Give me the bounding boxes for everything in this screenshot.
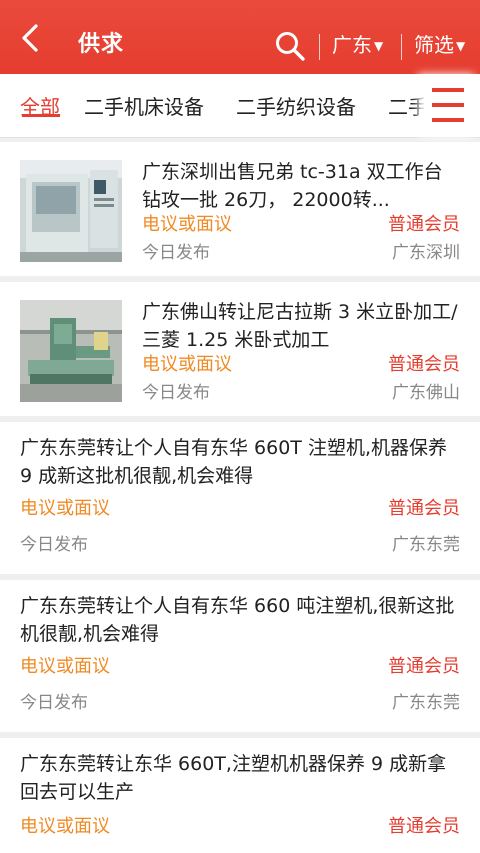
tab-used-more[interactable]: 二手: [388, 92, 428, 122]
milling-machine-photo: [20, 300, 122, 402]
publish-date: 今日发布: [142, 243, 210, 263]
search-icon[interactable]: [272, 28, 308, 64]
listing-title: 广东佛山转让尼古拉斯 3 米立卧加工/三菱 1.25 米卧式加工: [142, 301, 458, 351]
publish-date: 今日发布: [20, 535, 88, 555]
filter-dropdown[interactable]: 筛选 ▼: [414, 30, 465, 61]
price-label: 电议或面议: [20, 498, 110, 519]
price-label: 电议或面议: [142, 214, 232, 235]
region-dropdown[interactable]: 广东 ▼: [332, 30, 383, 61]
tab-all[interactable]: 全部: [20, 92, 60, 122]
listing-title: 广东深圳出售兄弟 tc-31a 双工作台钻攻一批 26刀， 22000转...: [142, 161, 443, 211]
caret-down-icon: ▼: [456, 39, 466, 53]
machine-center-photo: [20, 160, 122, 262]
active-tab-indicator: [22, 114, 60, 117]
listing-title: 广东东莞转让东华 660T,注塑机机器保养 9 成新拿回去可以生产: [20, 753, 447, 803]
member-badge: 普通会员: [388, 498, 460, 519]
member-badge: 普通会员: [388, 214, 460, 235]
publish-date: 今日发布: [142, 383, 210, 403]
caret-down-icon: ▼: [374, 39, 384, 53]
back-arrow-icon[interactable]: [14, 20, 50, 56]
publish-date: 今日发布: [20, 693, 88, 713]
price-label: 电议或面议: [142, 354, 232, 375]
top-bar: 供求 广东 ▼ 筛选 ▼: [0, 0, 480, 74]
list-item[interactable]: 广东东莞转让东华 660T,注塑机机器保养 9 成新拿回去可以生产 电议或面议 …: [0, 738, 480, 853]
listing-location: 广东东莞: [392, 535, 460, 555]
member-badge: 普通会员: [388, 354, 460, 375]
tab-used-machine-tools[interactable]: 二手机床设备: [84, 92, 204, 122]
header-divider: [319, 34, 320, 60]
listing-location: 广东佛山: [392, 383, 460, 403]
listing-location: 广东深圳: [392, 243, 460, 263]
list-item[interactable]: 广东东莞转让个人自有东华 660 吨注塑机,很新这批机很靓,机会难得 电议或面议…: [0, 580, 480, 732]
hamburger-menu-icon[interactable]: [424, 74, 480, 137]
listing-title: 广东东莞转让个人自有东华 660T 注塑机,机器保养 9 成新这批机很靓,机会难…: [20, 437, 447, 487]
member-badge: 普通会员: [388, 816, 460, 837]
price-label: 电议或面议: [20, 816, 110, 837]
price-label: 电议或面议: [20, 656, 110, 677]
list-item[interactable]: 广东东莞转让个人自有东华 660T 注塑机,机器保养 9 成新这批机很靓,机会难…: [0, 422, 480, 574]
list-item[interactable]: 广东佛山转让尼古拉斯 3 米立卧加工/三菱 1.25 米卧式加工 电议或面议 普…: [0, 282, 480, 416]
region-label: 广东: [332, 33, 372, 57]
list-item[interactable]: 广东深圳出售兄弟 tc-31a 双工作台钻攻一批 26刀， 22000转... …: [0, 142, 480, 276]
member-badge: 普通会员: [388, 656, 460, 677]
category-tabs: 全部 二手机床设备 二手纺织设备 二手: [0, 74, 480, 138]
listing-title: 广东东莞转让个人自有东华 660 吨注塑机,很新这批机很靓,机会难得: [20, 595, 455, 645]
listing-location: 广东东莞: [392, 693, 460, 713]
filter-label: 筛选: [414, 33, 454, 57]
header-divider: [401, 34, 402, 60]
page-title: 供求: [78, 32, 125, 57]
tab-used-textile-equipment[interactable]: 二手纺织设备: [236, 92, 356, 122]
